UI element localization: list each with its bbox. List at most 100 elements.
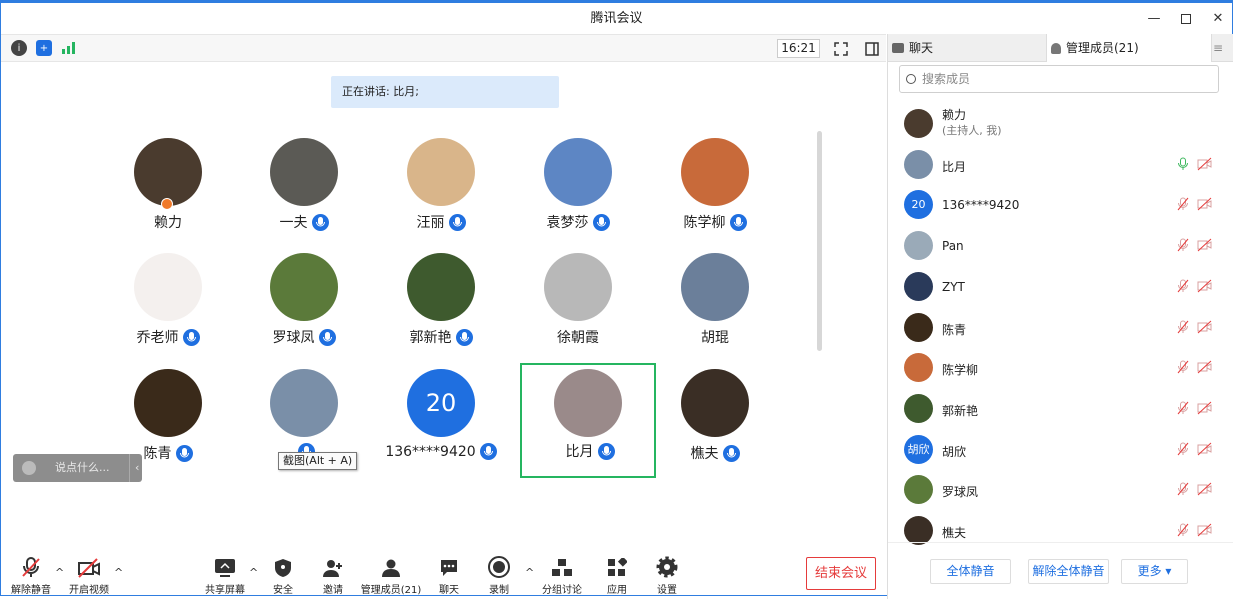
- member-mic-icon[interactable]: [1177, 157, 1189, 174]
- member-camera-icon[interactable]: [1197, 482, 1213, 499]
- security-button[interactable]: 安全: [267, 556, 299, 596]
- member-camera-icon[interactable]: [1197, 360, 1213, 377]
- participant-tile[interactable]: 胡琨: [647, 253, 783, 367]
- participant-tile[interactable]: 赖力: [100, 138, 236, 252]
- participant-tile[interactable]: 袁梦莎: [510, 138, 646, 252]
- member-camera-icon[interactable]: [1197, 523, 1213, 540]
- member-mic-icon[interactable]: [1177, 482, 1189, 499]
- participant-tile[interactable]: 罗球凤: [236, 253, 372, 367]
- mute-all-button[interactable]: 全体静音: [930, 559, 1011, 584]
- close-icon[interactable]: ✕: [1210, 11, 1226, 27]
- member-row[interactable]: 郭新艳: [904, 389, 1224, 429]
- mute-options-caret[interactable]: ^: [55, 566, 64, 579]
- member-camera-icon[interactable]: [1197, 442, 1213, 459]
- member-mic-icon[interactable]: [1177, 360, 1189, 377]
- member-row[interactable]: 罗球凤: [904, 470, 1224, 510]
- minimize-icon[interactable]: —: [1146, 11, 1162, 27]
- participant-name-row: 汪丽: [373, 212, 509, 232]
- member-row[interactable]: 陈学柳: [904, 348, 1224, 388]
- more-button[interactable]: 更多 ▾: [1121, 559, 1188, 584]
- settings-button[interactable]: 设置: [651, 556, 683, 596]
- active-speaker-tile[interactable]: 比月: [520, 363, 656, 478]
- participant-name-row: 赖力: [100, 212, 236, 232]
- member-row[interactable]: 胡欣 胡欣: [904, 430, 1224, 470]
- participant-name: 徐朝霞: [557, 330, 599, 346]
- member-row[interactable]: 赖力 (主持人, 我): [904, 104, 1224, 144]
- member-name: 陈青: [942, 322, 967, 337]
- participant-name-row: 罗球凤: [236, 327, 372, 347]
- unmute-button[interactable]: 解除静音: [9, 556, 53, 596]
- participant-avatar: [270, 253, 338, 321]
- start-video-button[interactable]: 开启视频: [67, 556, 111, 596]
- participant-tile[interactable]: 一夫: [236, 138, 372, 252]
- participant-tile[interactable]: 郭新艳: [373, 253, 509, 367]
- video-options-caret[interactable]: ^: [114, 566, 123, 579]
- info-icon[interactable]: i: [11, 40, 27, 56]
- member-avatar: [904, 312, 933, 342]
- avatar-text: 20: [425, 389, 457, 417]
- participant-tile[interactable]: 20 136****9420: [373, 369, 509, 483]
- speaking-banner: 正在讲话: 比月;: [331, 76, 559, 108]
- member-mic-icon[interactable]: [1177, 279, 1189, 296]
- mic-icon: [455, 328, 473, 346]
- invite-button[interactable]: 邀请: [317, 556, 349, 596]
- participant-name: 比月: [565, 444, 594, 460]
- participant-avatar: [681, 253, 749, 321]
- member-mic-icon[interactable]: [1177, 238, 1189, 255]
- apps-button[interactable]: 应用: [601, 556, 633, 596]
- participant-tile[interactable]: 樵夫: [647, 369, 783, 483]
- member-mic-icon[interactable]: [1177, 197, 1189, 214]
- member-camera-icon[interactable]: [1197, 401, 1213, 418]
- participant-tile[interactable]: 汪丽: [373, 138, 509, 252]
- participant-name: 赖力: [154, 215, 182, 231]
- member-search-input[interactable]: 搜索成员: [899, 65, 1219, 93]
- signal-icon[interactable]: [61, 40, 77, 56]
- member-mic-icon[interactable]: [1177, 401, 1189, 418]
- member-camera-icon[interactable]: [1197, 157, 1213, 174]
- participant-avatar: [554, 369, 622, 437]
- panel-menu-icon[interactable]: ≡: [1213, 34, 1223, 62]
- breakout-button[interactable]: 分组讨论: [541, 556, 583, 596]
- member-mic-icon[interactable]: [1177, 320, 1189, 337]
- fullscreen-icon[interactable]: [832, 40, 850, 58]
- collapse-icon[interactable]: ‹: [129, 454, 139, 482]
- member-mic-icon[interactable]: [1177, 442, 1189, 459]
- chat-button[interactable]: 聊天: [433, 556, 465, 596]
- end-meeting-button[interactable]: 结束会议: [806, 557, 876, 590]
- quick-chat-box[interactable]: 说点什么... ‹: [13, 454, 142, 482]
- participant-tile[interactable]: 徐朝霞: [510, 253, 646, 367]
- member-row[interactable]: 20 136****9420: [904, 185, 1224, 225]
- member-camera-icon[interactable]: [1197, 320, 1213, 337]
- chat-icon: [892, 43, 904, 53]
- window-title: 腾讯会议: [590, 11, 643, 26]
- shield-icon[interactable]: +: [36, 40, 52, 56]
- participant-avatar: [544, 253, 612, 321]
- tab-chat[interactable]: 聊天: [892, 34, 1047, 62]
- emoji-icon[interactable]: [22, 461, 36, 475]
- member-row[interactable]: 樵夫: [904, 511, 1224, 545]
- member-mic-icon[interactable]: [1177, 523, 1189, 540]
- participant-name-row: 郭新艳: [373, 327, 509, 347]
- member-camera-icon[interactable]: [1197, 238, 1213, 255]
- unmute-all-button[interactable]: 解除全体静音: [1028, 559, 1109, 584]
- member-row[interactable]: 比月: [904, 145, 1224, 185]
- member-camera-icon[interactable]: [1197, 197, 1213, 214]
- share-screen-button[interactable]: 共享屏幕: [203, 556, 247, 596]
- chat-placeholder: 说点什么...: [55, 461, 110, 474]
- share-options-caret[interactable]: ^: [249, 566, 258, 579]
- participant-tile[interactable]: 陈学柳: [647, 138, 783, 252]
- maximize-icon[interactable]: [1178, 11, 1194, 27]
- member-row[interactable]: ZYT: [904, 267, 1224, 307]
- member-row[interactable]: 陈青: [904, 308, 1224, 348]
- sidebar-toggle-icon[interactable]: [863, 40, 881, 58]
- member-camera-icon[interactable]: [1197, 279, 1213, 296]
- participant-tile[interactable]: 乔老师: [100, 253, 236, 367]
- record-options-caret[interactable]: ^: [525, 566, 534, 579]
- grid-scrollbar[interactable]: [817, 131, 822, 351]
- manage-members-button[interactable]: 管理成员(21): [359, 556, 423, 596]
- participant-avatar: [134, 369, 202, 437]
- member-row[interactable]: Pan: [904, 226, 1224, 266]
- tab-members[interactable]: 管理成员(21): [1046, 34, 1212, 62]
- mic-icon: [479, 443, 497, 460]
- record-button[interactable]: 录制: [483, 556, 515, 596]
